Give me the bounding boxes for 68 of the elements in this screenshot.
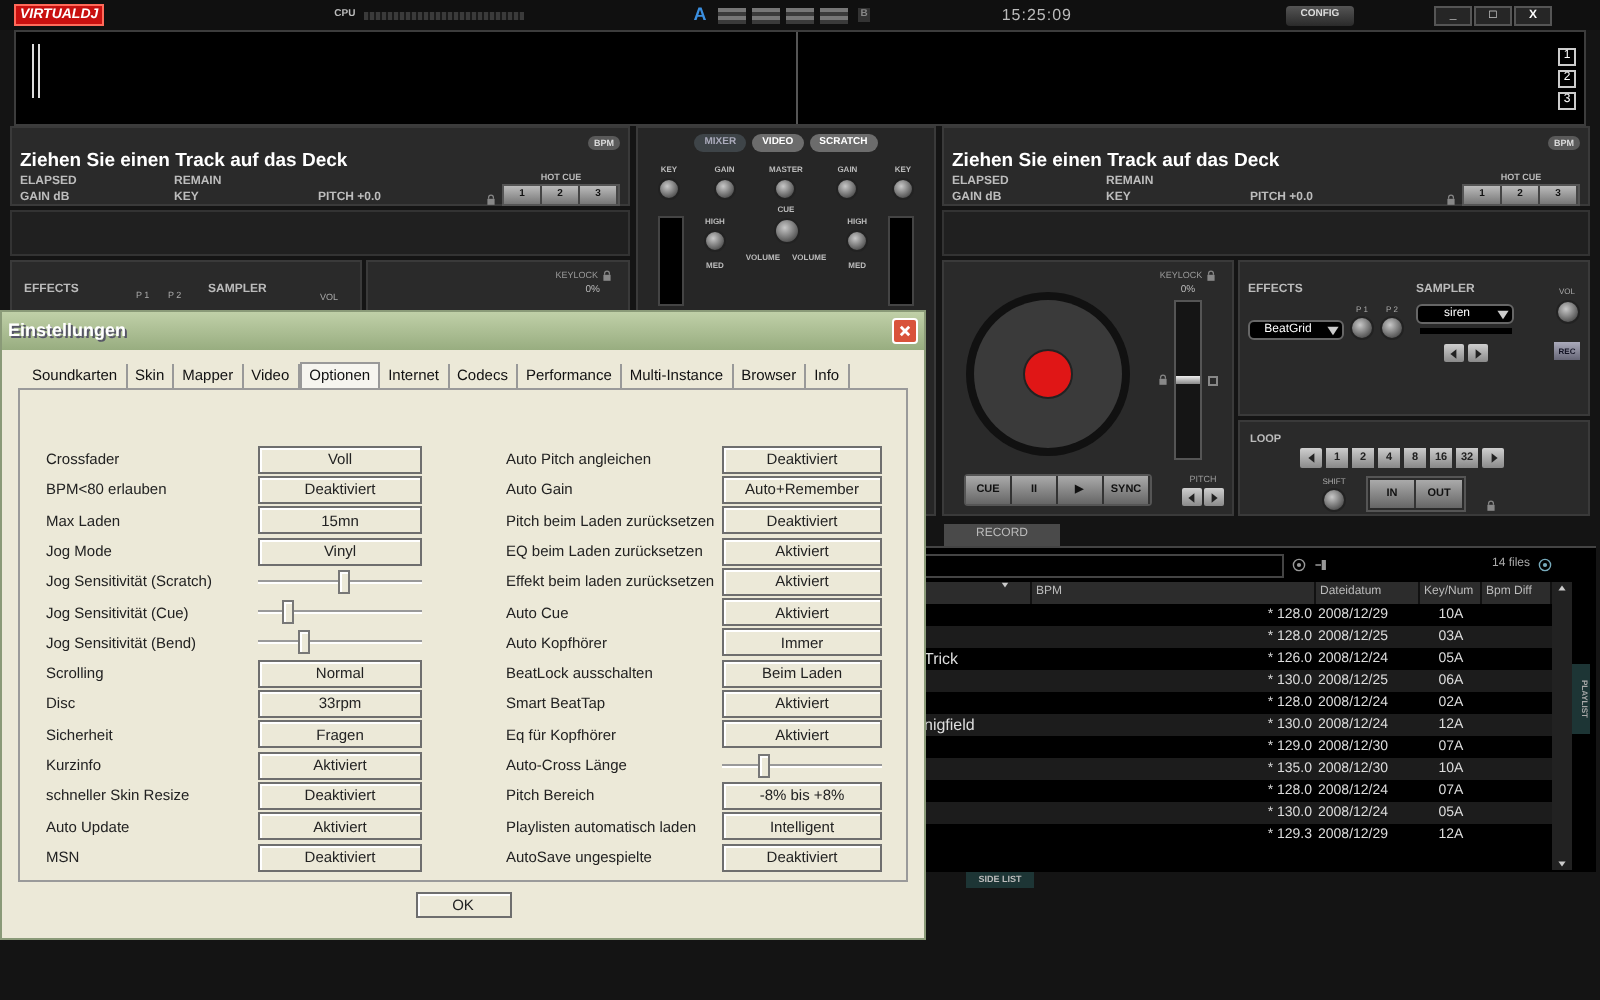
left-triangle-icon xyxy=(1186,491,1198,503)
next-button[interactable] xyxy=(1204,488,1224,506)
knob[interactable] xyxy=(658,178,680,200)
slider-thumb[interactable] xyxy=(297,630,310,655)
target-icon[interactable] xyxy=(1292,558,1306,572)
knob[interactable] xyxy=(891,178,914,200)
mode-indicator xyxy=(820,7,849,23)
mode-indicator xyxy=(718,7,747,23)
title-cell: nigfield xyxy=(924,716,975,734)
scroll-down-icon[interactable] xyxy=(1556,858,1568,870)
left-triangle-icon xyxy=(1447,347,1459,359)
title-cell: Trick xyxy=(924,650,959,668)
close-button[interactable] xyxy=(892,318,918,344)
knob[interactable] xyxy=(846,230,869,252)
previous-button[interactable] xyxy=(1443,344,1463,362)
knob[interactable] xyxy=(836,178,859,200)
mode-indicator xyxy=(786,7,815,23)
dropdown-arrow-icon[interactable] xyxy=(1326,323,1340,337)
vu-meter xyxy=(888,216,914,306)
clock: 15:25:09 xyxy=(1001,3,1072,27)
track-title: Ziehen Sie einen Track auf das Deck xyxy=(952,150,1282,172)
target-icon[interactable] xyxy=(1538,558,1552,572)
knob[interactable] xyxy=(773,218,799,244)
position-marker xyxy=(32,44,40,98)
vu-meter xyxy=(658,216,684,306)
option-slider[interactable] xyxy=(258,630,422,655)
slider-thumb[interactable] xyxy=(338,569,351,594)
right-triangle-icon xyxy=(1471,347,1483,359)
padlock-icon[interactable] xyxy=(486,194,496,206)
right-triangle-icon xyxy=(1487,452,1499,465)
sync-indicator xyxy=(1208,375,1218,386)
track-title: Ziehen Sie einen Track auf das Deck xyxy=(20,150,350,172)
padlock-icon[interactable] xyxy=(1486,500,1496,513)
slider-thumb[interactable] xyxy=(757,753,770,778)
knob[interactable] xyxy=(1350,316,1374,340)
slider-thumb[interactable] xyxy=(1176,376,1200,385)
padlock-icon[interactable] xyxy=(1206,270,1217,283)
knob[interactable] xyxy=(713,178,736,200)
option-slider[interactable] xyxy=(722,753,882,778)
knob[interactable] xyxy=(1380,316,1404,340)
close-icon[interactable] xyxy=(898,324,912,338)
slider-thumb[interactable] xyxy=(281,600,294,625)
next-button[interactable] xyxy=(1482,448,1504,469)
search-field[interactable] xyxy=(924,553,1284,577)
right-triangle-icon xyxy=(1208,491,1220,503)
scrollbar[interactable] xyxy=(1552,582,1572,870)
option-slider[interactable] xyxy=(258,600,422,625)
knob[interactable] xyxy=(1555,300,1579,324)
padlock-icon[interactable] xyxy=(1446,194,1456,206)
previous-button[interactable] xyxy=(1182,488,1202,506)
padlock-icon[interactable] xyxy=(1158,374,1168,387)
option-slider[interactable] xyxy=(258,569,422,594)
dialog-title: Einstellungen xyxy=(8,317,127,344)
dropdown-arrow-icon[interactable] xyxy=(1496,307,1510,321)
previous-button[interactable] xyxy=(1300,448,1322,469)
left-triangle-icon xyxy=(1305,452,1317,465)
jog-wheel[interactable] xyxy=(964,290,1132,458)
knob[interactable] xyxy=(1322,488,1346,513)
sort-icon[interactable] xyxy=(1000,582,1010,590)
knob[interactable] xyxy=(703,230,726,252)
mode-indicator xyxy=(752,7,781,23)
pitch-slider[interactable] xyxy=(1174,300,1202,461)
padlock-icon[interactable] xyxy=(602,270,612,283)
knob[interactable] xyxy=(774,178,797,200)
scroll-up-icon[interactable] xyxy=(1556,582,1568,594)
next-button[interactable] xyxy=(1467,344,1487,362)
deck-a-label: A xyxy=(693,1,707,28)
toggle-icon[interactable] xyxy=(1314,558,1328,572)
